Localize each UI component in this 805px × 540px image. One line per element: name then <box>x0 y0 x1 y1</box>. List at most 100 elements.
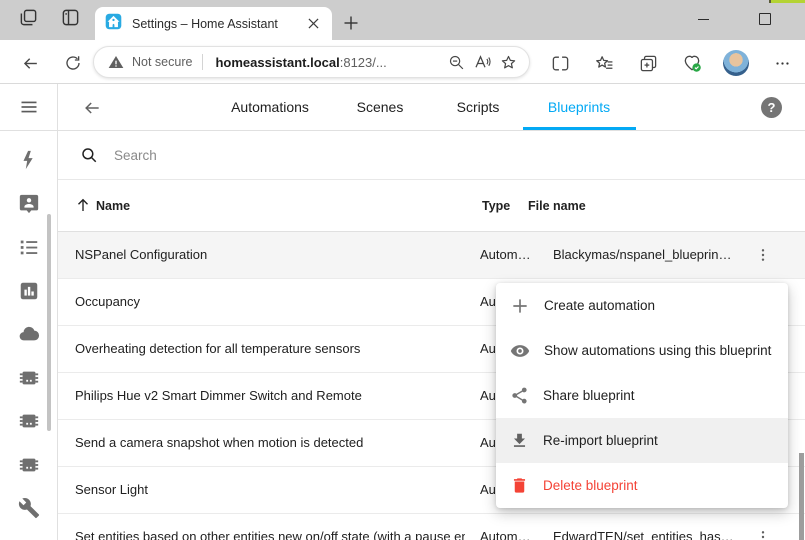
sort-ascending-icon[interactable] <box>74 196 92 214</box>
todo-list-icon <box>18 236 40 258</box>
sidebar-item-voice-assistants[interactable] <box>17 192 41 216</box>
row-name: NSPanel Configuration <box>75 232 207 278</box>
sidebar-scrollbar[interactable] <box>47 214 51 431</box>
warning-icon <box>108 54 124 70</box>
column-header-type[interactable]: Type <box>482 180 510 232</box>
ha-sidebar <box>0 84 58 540</box>
plus-icon <box>510 296 530 316</box>
download-icon <box>510 431 529 450</box>
profile-avatar <box>723 50 749 76</box>
add-favorite-button[interactable] <box>495 49 521 75</box>
maximize-icon <box>759 13 771 25</box>
zoom-out-icon <box>448 54 465 71</box>
kebab-icon <box>755 247 771 263</box>
more-icon <box>774 55 791 72</box>
menu-item-label: Delete blueprint <box>543 478 638 493</box>
address-divider <box>202 54 203 70</box>
scrollbar-thumb[interactable] <box>799 453 804 540</box>
row-type: Autom… <box>480 514 531 540</box>
sidebar-item-history[interactable] <box>17 279 41 303</box>
tab-activity-icon <box>19 8 38 32</box>
row-name: Set entities based on other entities new… <box>75 514 465 540</box>
back-button[interactable] <box>17 50 43 76</box>
settings-menu-button[interactable] <box>769 50 795 76</box>
zoom-out-button[interactable] <box>443 49 469 75</box>
refresh-button[interactable] <box>60 50 86 76</box>
browser-essentials-icon <box>682 53 702 73</box>
tab-automations[interactable]: Automations <box>231 84 309 130</box>
eye-icon <box>510 341 530 361</box>
menu-item-label: Show automations using this blueprint <box>544 343 771 358</box>
active-tab-indicator <box>523 127 636 130</box>
browser-essentials-button[interactable] <box>679 50 705 76</box>
sidebar-item-device-3[interactable] <box>17 453 41 477</box>
browser-tab-settings-home-assistant[interactable]: Settings – Home Assistant <box>95 7 332 40</box>
column-header-name[interactable]: Name <box>96 180 130 232</box>
address-bar[interactable]: Not secure homeassistant.local:8123/... <box>93 46 530 78</box>
tab-close-button[interactable] <box>304 15 322 33</box>
split-screen-button[interactable] <box>547 50 573 76</box>
window-minimize-button[interactable] <box>688 6 718 32</box>
row-name: Send a camera snapshot when motion is de… <box>75 420 363 466</box>
sidebar-item-device-1[interactable] <box>17 366 41 390</box>
refresh-icon <box>64 54 82 72</box>
chip-icon <box>18 454 40 476</box>
profile-button[interactable] <box>723 50 749 76</box>
tab-scripts[interactable]: Scripts <box>457 84 500 130</box>
row-name: Sensor Light <box>75 467 148 513</box>
search-input[interactable] <box>112 147 516 164</box>
row-type: Autom… <box>480 232 531 278</box>
sidebar-item-developer-tools[interactable] <box>17 496 41 520</box>
table-row[interactable]: Set entities based on other entities new… <box>58 514 805 540</box>
row-overflow-button[interactable] <box>754 246 772 264</box>
vertical-tabs-icon <box>61 8 80 32</box>
help-button[interactable]: ? <box>761 97 782 118</box>
tab-blueprints[interactable]: Blueprints <box>548 84 610 130</box>
column-header-file[interactable]: File name <box>528 180 586 232</box>
table-row[interactable]: NSPanel Configuration Autom… Blackymas/n… <box>58 232 805 279</box>
sidebar-menu-button[interactable] <box>0 84 57 131</box>
row-name: Philips Hue v2 Smart Dimmer Switch and R… <box>75 373 362 419</box>
favorites-list-icon <box>595 54 614 73</box>
share-icon <box>510 386 529 405</box>
collections-button[interactable] <box>635 50 661 76</box>
collections-icon <box>639 54 658 73</box>
split-screen-icon <box>551 54 570 73</box>
new-tab-button[interactable] <box>338 10 364 36</box>
sidebar-item-device-2[interactable] <box>17 409 41 433</box>
sidebar-item-todo-lists[interactable] <box>17 235 41 259</box>
vertical-tabs-button[interactable] <box>58 8 82 32</box>
sidebar-item-automations[interactable] <box>17 148 41 172</box>
tab-activity-button[interactable] <box>16 8 40 32</box>
kebab-icon <box>755 529 771 540</box>
sidebar-item-cloud[interactable] <box>17 322 41 346</box>
url-host: homeassistant.local <box>215 55 339 70</box>
read-aloud-button[interactable] <box>469 49 495 75</box>
back-arrow-icon <box>82 98 102 118</box>
ha-back-button[interactable] <box>80 96 104 120</box>
menu-item-label: Share blueprint <box>543 388 635 403</box>
favorite-star-icon <box>500 54 517 71</box>
row-name: Overheating detection for all temperatur… <box>75 326 360 372</box>
menu-icon <box>19 97 39 117</box>
browser-toolbar: Not secure homeassistant.local:8123/... <box>0 40 805 84</box>
window-maximize-button[interactable] <box>750 6 780 32</box>
menu-item-reimport-blueprint[interactable]: Re-import blueprint <box>496 418 788 463</box>
menu-item-show-automations[interactable]: Show automations using this blueprint <box>496 328 788 373</box>
menu-item-share-blueprint[interactable]: Share blueprint <box>496 373 788 418</box>
favorites-button[interactable] <box>591 50 617 76</box>
chip-icon <box>18 367 40 389</box>
voice-assistant-icon <box>18 193 40 215</box>
menu-item-delete-blueprint[interactable]: Delete blueprint <box>496 463 788 508</box>
search-icon <box>80 146 98 164</box>
page-scrollbar[interactable] <box>798 84 805 540</box>
new-tab-icon <box>344 16 358 30</box>
chip-icon <box>18 410 40 432</box>
cloud-icon <box>18 323 40 345</box>
menu-item-create-automation[interactable]: Create automation <box>496 283 788 328</box>
url-suffix: :8123/... <box>340 55 387 70</box>
row-file: Blackymas/nspanel_blueprin… <box>553 232 731 278</box>
row-overflow-button[interactable] <box>754 528 772 540</box>
tab-scenes[interactable]: Scenes <box>357 84 404 130</box>
read-aloud-icon <box>473 53 491 71</box>
